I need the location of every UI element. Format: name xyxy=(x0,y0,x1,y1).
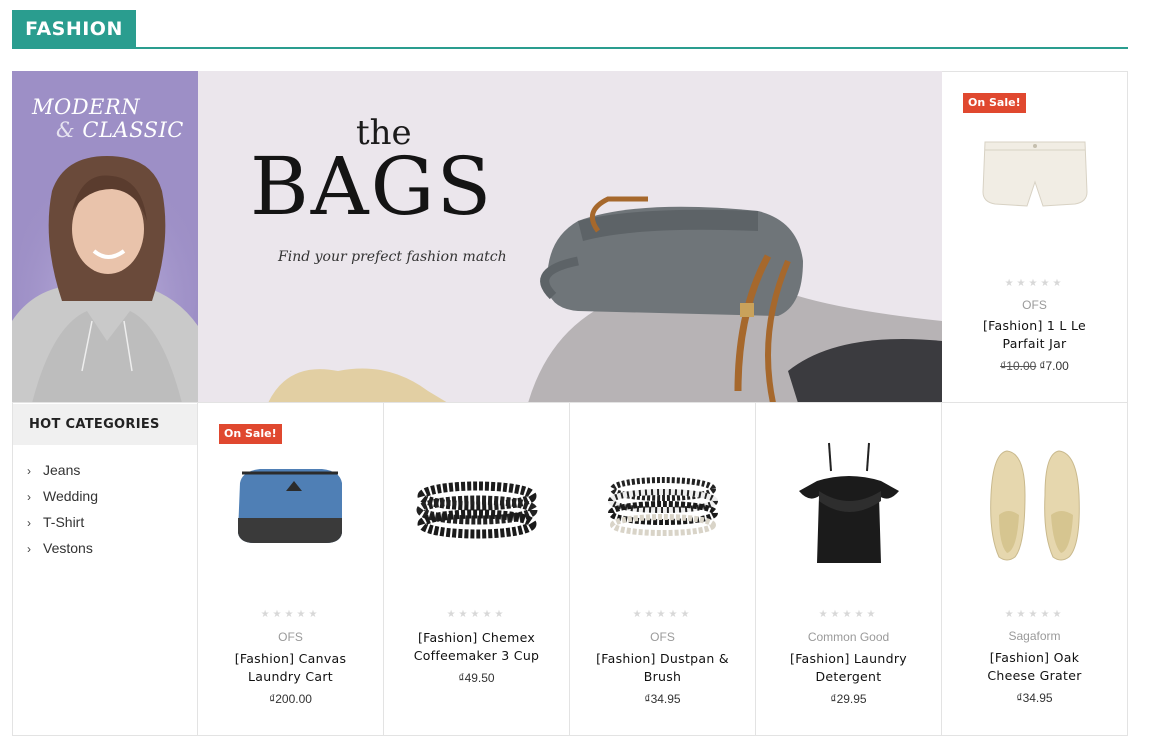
product-card-parfait-jar[interactable]: On Sale! ★★★★★ OFS [Fashion] 1 L Le Parfa… xyxy=(942,72,1127,402)
product-brand: OFS xyxy=(1022,298,1047,312)
rating-stars: ★★★★★ xyxy=(632,609,693,620)
on-sale-badge: On Sale! xyxy=(219,424,282,444)
chevron-right-icon: › xyxy=(27,464,31,478)
product-name[interactable]: [Fashion] Dustpan & Brush xyxy=(570,650,755,686)
rating-stars: ★★★★★ xyxy=(818,609,879,620)
bags-banner[interactable]: the BAGS Find your prefect fashion match xyxy=(198,71,942,403)
chevron-right-icon: › xyxy=(27,542,31,556)
product-price: ₫49.50 xyxy=(458,671,495,685)
product-price: ₫34.95 xyxy=(1016,691,1053,705)
product-brand: Sagaform xyxy=(1008,629,1061,643)
product-image-top[interactable] xyxy=(789,441,909,571)
product-image-bracelet[interactable] xyxy=(412,478,542,548)
product-card-canvas-laundry-cart[interactable]: On Sale! ★★★★★ OFS [Fashion] Canvas Laund… xyxy=(198,403,383,735)
old-price: ₫10.00 xyxy=(1000,359,1037,373)
banner-photo xyxy=(268,196,942,403)
product-brand: OFS xyxy=(650,630,675,644)
product-card-oak-cheese-grater[interactable]: ★★★★★ Sagaform [Fashion] Oak Cheese Grate… xyxy=(942,403,1127,735)
on-sale-badge: On Sale! xyxy=(963,93,1026,113)
product-name[interactable]: [Fashion] 1 L Le Parfait Jar xyxy=(942,317,1127,353)
rating-stars: ★★★★★ xyxy=(1004,609,1065,620)
rating-stars: ★★★★★ xyxy=(446,609,507,620)
product-image-wristbands[interactable] xyxy=(598,473,728,543)
product-brand: OFS xyxy=(278,630,303,644)
product-image-shorts[interactable] xyxy=(975,132,1095,222)
product-price: ₫29.95 xyxy=(830,692,867,706)
rating-stars: ★★★★★ xyxy=(1004,278,1065,289)
chevron-right-icon: › xyxy=(27,490,31,504)
hot-categories: HOT CATEGORIES › Jeans › Wedding › T-Shirt … xyxy=(13,404,197,561)
product-image-shoes[interactable] xyxy=(985,445,1085,565)
category-link-wedding[interactable]: › Wedding xyxy=(27,483,197,509)
product-price: ₫200.00 xyxy=(269,692,312,706)
hot-categories-title: HOT CATEGORIES xyxy=(13,404,197,445)
product-card-laundry-detergent[interactable]: ★★★★★ Common Good [Fashion] Laundry Deter… xyxy=(756,403,941,735)
product-name[interactable]: [Fashion] Oak Cheese Grater xyxy=(942,649,1127,685)
category-link-tshirt[interactable]: › T-Shirt xyxy=(27,509,197,535)
section-header: FASHION xyxy=(12,10,1128,49)
banner-tagline: Find your prefect fashion match xyxy=(278,249,507,265)
section-title: FASHION xyxy=(12,10,136,48)
banner-heading: BAGS xyxy=(250,140,494,233)
product-price: ₫34.95 xyxy=(644,692,681,706)
product-name[interactable]: [Fashion] Canvas Laundry Cart xyxy=(198,650,383,686)
sale-price: ₫7.00 xyxy=(1039,359,1069,373)
category-link-jeans[interactable]: › Jeans xyxy=(27,457,197,483)
category-link-vestons[interactable]: › Vestons xyxy=(27,535,197,561)
chevron-right-icon: › xyxy=(27,516,31,530)
model-photo xyxy=(12,156,198,403)
modern-classic-promo[interactable]: MODERN & CLASSIC xyxy=(12,71,198,403)
product-card-dustpan-brush[interactable]: ★★★★★ OFS [Fashion] Dustpan & Brush ₫34.9… xyxy=(570,403,755,735)
product-brand: Common Good xyxy=(807,630,890,644)
product-price: ₫10.00 ₫7.00 xyxy=(942,359,1127,373)
product-name[interactable]: [Fashion] Laundry Detergent xyxy=(756,650,941,686)
product-image-bag[interactable] xyxy=(230,463,350,553)
product-name[interactable]: [Fashion] Chemex Coffeemaker 3 Cup xyxy=(384,629,569,665)
product-card-chemex-coffeemaker[interactable]: ★★★★★ [Fashion] Chemex Coffeemaker 3 Cup … xyxy=(384,403,569,735)
rating-stars: ★★★★★ xyxy=(260,609,321,620)
